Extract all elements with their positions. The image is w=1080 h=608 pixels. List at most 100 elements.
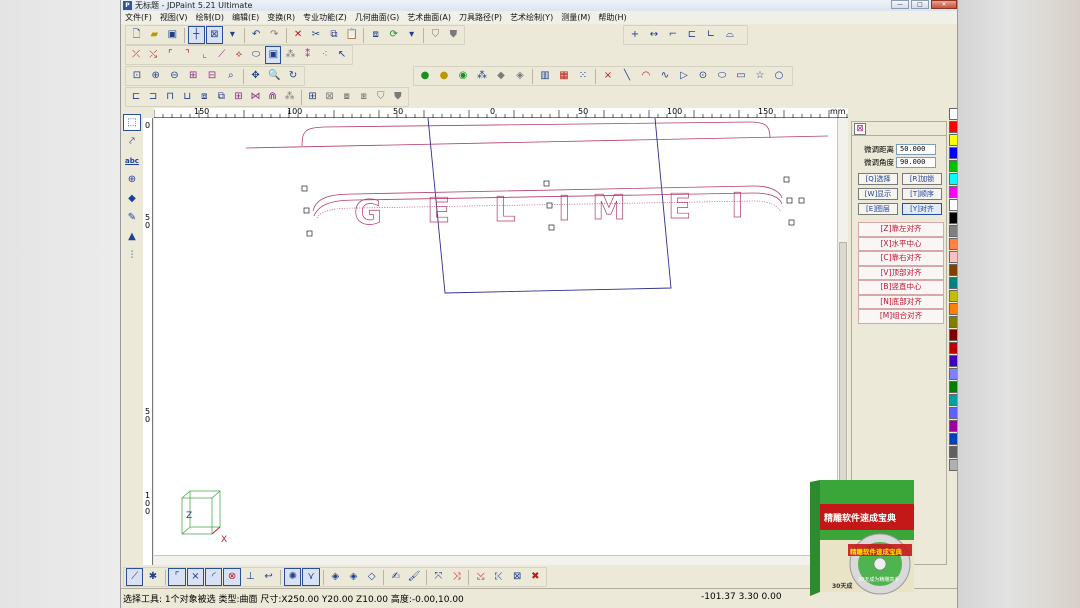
pick-cross-icon[interactable]: ⤧ xyxy=(430,568,447,586)
node-link-icon[interactable]: ⁖ xyxy=(317,46,333,64)
break-icon[interactable]: ⟋ xyxy=(214,46,230,64)
bulb-green-icon[interactable]: ● xyxy=(416,67,434,85)
menu-measure[interactable]: 测量(M) xyxy=(557,12,594,23)
close-button[interactable]: ✕ xyxy=(931,0,957,9)
diamond-select-icon[interactable]: ◈ xyxy=(511,67,529,85)
snap-arc-icon[interactable]: ◜ xyxy=(205,568,223,586)
color-swatch-6[interactable] xyxy=(949,186,957,198)
pointer-icon[interactable]: ↖ xyxy=(334,46,350,64)
shield-dark-icon[interactable]: ⛊ xyxy=(390,88,406,106)
zoom-window-icon[interactable]: ⊡ xyxy=(128,67,146,85)
lattice-icon[interactable]: ⊞ xyxy=(230,88,246,106)
spline-icon[interactable]: ∿ xyxy=(656,67,674,85)
fill-tool-icon[interactable]: ◆ xyxy=(123,190,141,207)
offset-icon[interactable]: ⟡ xyxy=(231,46,247,64)
ellipse-icon[interactable]: ⬭ xyxy=(713,67,731,85)
snap-line-icon[interactable]: ⟋ xyxy=(126,568,144,586)
color-swatch-18[interactable] xyxy=(949,342,957,354)
node-icon[interactable]: ⁂ xyxy=(282,46,298,64)
bulb-multi-icon[interactable]: ⁂ xyxy=(473,67,491,85)
color-swatch-14[interactable] xyxy=(949,290,957,302)
color-swatch-3[interactable] xyxy=(949,147,957,159)
shield-gray-icon[interactable]: ⛉ xyxy=(373,88,389,106)
select-tool-icon[interactable]: ⬚ xyxy=(123,114,141,131)
group-icon[interactable]: ⊞ xyxy=(305,88,321,106)
rect-tool-icon[interactable]: ▣ xyxy=(265,46,282,64)
color-swatch-11[interactable] xyxy=(949,251,957,263)
panel-tab-icon[interactable]: ⊠ xyxy=(854,123,866,135)
save-icon[interactable]: ▣ xyxy=(164,26,181,44)
menu-view[interactable]: 视图(V) xyxy=(156,12,192,23)
new-file-icon[interactable]: 🗋 xyxy=(128,26,145,44)
color-swatch-16[interactable] xyxy=(949,316,957,328)
wrap-icon[interactable]: ⋒ xyxy=(265,88,281,106)
circle-icon[interactable]: ○ xyxy=(770,67,788,85)
color-swatch-22[interactable] xyxy=(949,394,957,406)
base-line[interactable] xyxy=(245,135,829,149)
dots-icon[interactable]: ⁙ xyxy=(574,67,592,85)
sphere-tool-icon[interactable]: ⊕ xyxy=(123,171,141,188)
delete-icon[interactable]: ✕ xyxy=(290,26,307,44)
copy-icon[interactable]: ⧉ xyxy=(325,26,342,44)
color-swatch-2[interactable] xyxy=(949,134,957,146)
color-swatch-24[interactable] xyxy=(949,420,957,432)
color-swatch-17[interactable] xyxy=(949,329,957,341)
polyline-icon[interactable]: ▷ xyxy=(675,67,693,85)
shield-icon[interactable]: ⛉ xyxy=(427,26,444,44)
tool-paint-icon[interactable]: ✍ xyxy=(387,568,404,586)
ungroup-icon[interactable]: ⊠ xyxy=(322,88,338,106)
horizontal-dim-icon[interactable]: ↔ xyxy=(645,26,663,44)
align-left-item[interactable]: [Z]靠左对齐 xyxy=(858,222,944,237)
menu-edit[interactable]: 编辑(E) xyxy=(228,12,263,23)
menu-art-surface[interactable]: 艺术曲面(A) xyxy=(403,12,455,23)
bucket-tool-icon[interactable]: ▲ xyxy=(123,228,141,245)
rectangle-icon[interactable]: ▭ xyxy=(732,67,750,85)
arc-icon[interactable]: ◠ xyxy=(637,67,655,85)
color-swatch-12[interactable] xyxy=(949,264,957,276)
zoom-realtime-icon[interactable]: 🔍 xyxy=(265,67,283,85)
show-button[interactable]: [W]显示 xyxy=(858,188,898,200)
menu-help[interactable]: 帮助(H) xyxy=(594,12,630,23)
menu-file[interactable]: 文件(F) xyxy=(121,12,156,23)
align-left-icon[interactable]: ⊏ xyxy=(128,88,144,106)
minimize-button[interactable]: — xyxy=(891,0,909,9)
menu-transform[interactable]: 变换(R) xyxy=(263,12,299,23)
color-swatch-1[interactable] xyxy=(949,121,957,133)
snap-perp-icon[interactable]: ⊥ xyxy=(242,568,259,586)
select-window-icon[interactable]: ⊠ xyxy=(205,26,223,44)
cross-snap-icon[interactable]: + xyxy=(626,26,644,44)
color-swatch-19[interactable] xyxy=(949,355,957,367)
order-button[interactable]: [T]顺序 xyxy=(902,188,942,200)
dropdown-arrow-icon-2[interactable]: ▾ xyxy=(403,26,420,44)
color-swatch-8[interactable] xyxy=(949,212,957,224)
fillet-icon[interactable]: ⌞ xyxy=(197,46,213,64)
zoom-prev-icon[interactable]: ⊟ xyxy=(203,67,221,85)
color-swatch-7[interactable] xyxy=(949,199,957,211)
align-right-item[interactable]: [C]靠右对齐 xyxy=(858,251,944,266)
color-swatch-23[interactable] xyxy=(949,407,957,419)
measure-tool-icon[interactable]: ⫶ xyxy=(123,247,141,264)
paste-icon[interactable]: 📋 xyxy=(343,26,360,44)
snap-star-icon[interactable]: ✱ xyxy=(144,568,161,586)
align-vcenter-item[interactable]: [B]竖直中心 xyxy=(858,280,944,295)
zoom-in-icon[interactable]: ⊕ xyxy=(147,67,165,85)
color-swatch-5[interactable] xyxy=(949,173,957,185)
diamond-gray-icon[interactable]: ◆ xyxy=(492,67,510,85)
crosshair-icon[interactable]: ┼ xyxy=(187,26,205,44)
vscroll-thumb[interactable] xyxy=(839,242,847,482)
wave-icon[interactable]: ⋈ xyxy=(247,88,263,106)
lock-button[interactable]: [R]加锁 xyxy=(902,173,942,185)
tool-brush-icon[interactable]: 🖌 xyxy=(406,568,423,586)
color-swatch-10[interactable] xyxy=(949,238,957,250)
pan-icon[interactable]: ✥ xyxy=(247,67,265,85)
scatter-icon[interactable]: ⁂ xyxy=(282,88,298,106)
align-top-item[interactable]: [V]顶部对齐 xyxy=(858,265,944,280)
snap-diamond3-icon[interactable]: ◇ xyxy=(363,568,380,586)
snap-tangent-icon[interactable]: ↩ xyxy=(260,568,277,586)
node-edit-icon[interactable]: ⁑ xyxy=(300,46,316,64)
node-tool-icon[interactable]: ⤤ xyxy=(123,133,141,150)
point-icon[interactable]: × xyxy=(599,67,617,85)
circle-center-icon[interactable]: ⊙ xyxy=(694,67,712,85)
box-icon[interactable]: ⧈ xyxy=(196,88,212,106)
line-icon[interactable]: ╲ xyxy=(618,67,636,85)
